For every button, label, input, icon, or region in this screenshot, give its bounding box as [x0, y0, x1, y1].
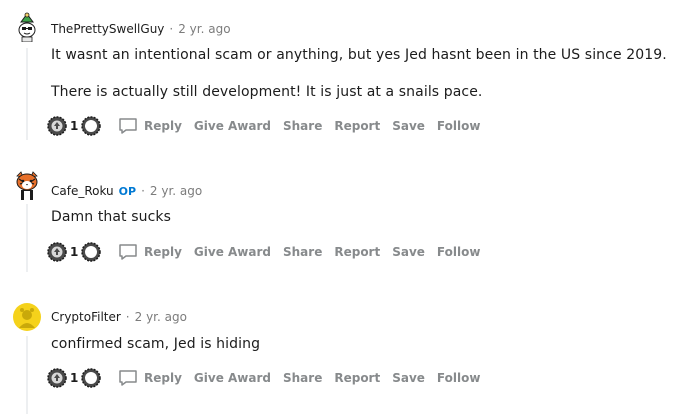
give-award-button[interactable]: Give Award	[188, 114, 277, 138]
report-button[interactable]: Report	[328, 240, 386, 264]
upvote-award-icon[interactable]	[46, 115, 68, 137]
share-button[interactable]: Share	[277, 114, 328, 138]
comment-bubble-icon	[119, 118, 137, 134]
avatar[interactable]	[12, 12, 42, 42]
comment-meta: ThePrettySwellGuy · 2 yr. ago	[51, 22, 231, 36]
timestamp[interactable]: 2 yr. ago	[150, 184, 202, 198]
upvote-award-icon[interactable]	[46, 241, 68, 263]
default-yellow-avatar-icon	[13, 303, 41, 331]
comment: CryptoFilter · 2 yr. ago confirmed scam,…	[0, 290, 694, 420]
follow-button[interactable]: Follow	[431, 366, 487, 390]
op-badge: OP	[118, 184, 137, 198]
snoo-avatar-icon	[18, 12, 36, 42]
thread-line[interactable]	[26, 336, 28, 414]
avatar[interactable]	[12, 170, 42, 200]
comment-actions: 1 Reply Give Award Share Report Save Fol…	[46, 113, 486, 139]
meta-separator: ·	[125, 310, 130, 324]
tiger-avatar-icon	[16, 171, 38, 200]
reply-label: Reply	[144, 245, 182, 259]
comment-paragraph: There is actually still development! It …	[51, 84, 483, 100]
timestamp[interactable]: 2 yr. ago	[135, 310, 187, 324]
give-award-button[interactable]: Give Award	[188, 240, 277, 264]
comment: Cafe_Roku OP · 2 yr. ago Damn that sucks…	[0, 160, 694, 280]
username[interactable]: CryptoFilter	[51, 310, 121, 324]
comment-actions: 1 Reply Give Award Share Report Save Fol…	[46, 239, 486, 265]
comment-meta: CryptoFilter · 2 yr. ago	[51, 310, 187, 324]
comment-bubble-icon	[119, 244, 137, 260]
comment: ThePrettySwellGuy · 2 yr. ago It wasnt a…	[0, 0, 694, 150]
comment-paragraph: It wasnt an intentional scam or anything…	[51, 47, 667, 63]
vote-count: 1	[70, 119, 79, 133]
comment-actions: 1 Reply Give Award Share Report Save Fol…	[46, 365, 486, 391]
vote-count: 1	[70, 245, 79, 259]
comment-thread: ThePrettySwellGuy · 2 yr. ago It wasnt a…	[0, 0, 694, 420]
comment-paragraph: Damn that sucks	[51, 209, 171, 225]
report-button[interactable]: Report	[328, 366, 386, 390]
follow-button[interactable]: Follow	[431, 240, 487, 264]
report-button[interactable]: Report	[328, 114, 386, 138]
reply-button[interactable]: Reply	[114, 240, 188, 264]
follow-button[interactable]: Follow	[431, 114, 487, 138]
save-button[interactable]: Save	[386, 366, 431, 390]
meta-separator: ·	[169, 22, 174, 36]
downvote-award-icon[interactable]	[80, 241, 102, 263]
username[interactable]: Cafe_Roku	[51, 184, 114, 198]
avatar[interactable]	[12, 302, 42, 332]
reply-button[interactable]: Reply	[114, 366, 188, 390]
reply-button[interactable]: Reply	[114, 114, 188, 138]
save-button[interactable]: Save	[386, 114, 431, 138]
thread-line[interactable]	[26, 48, 28, 140]
meta-separator: ·	[141, 184, 145, 198]
reply-label: Reply	[144, 119, 182, 133]
downvote-award-icon[interactable]	[80, 367, 102, 389]
downvote-award-icon[interactable]	[80, 115, 102, 137]
save-button[interactable]: Save	[386, 240, 431, 264]
vote-count: 1	[70, 371, 79, 385]
upvote-award-icon[interactable]	[46, 367, 68, 389]
comment-meta: Cafe_Roku OP · 2 yr. ago	[51, 184, 202, 198]
give-award-button[interactable]: Give Award	[188, 366, 277, 390]
comment-paragraph: confirmed scam, Jed is hiding	[51, 336, 261, 352]
share-button[interactable]: Share	[277, 366, 328, 390]
timestamp[interactable]: 2 yr. ago	[178, 22, 230, 36]
comment-bubble-icon	[119, 370, 137, 386]
thread-line[interactable]	[26, 204, 28, 272]
username[interactable]: ThePrettySwellGuy	[51, 22, 164, 36]
share-button[interactable]: Share	[277, 240, 328, 264]
reply-label: Reply	[144, 371, 182, 385]
